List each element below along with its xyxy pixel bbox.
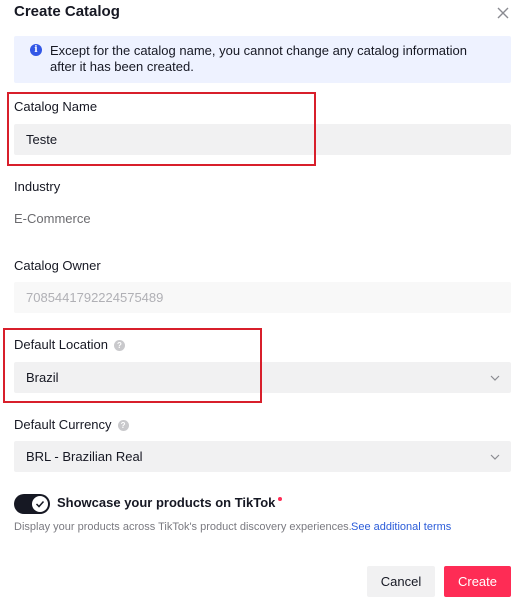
toggle-knob (32, 496, 48, 512)
default-location-select[interactable]: Brazil (14, 362, 511, 393)
create-button[interactable]: Create (444, 566, 511, 597)
default-currency-select[interactable]: BRL - Brazilian Real (14, 441, 511, 472)
catalog-owner-field: 7085441792224575489 (14, 282, 511, 313)
catalog-owner-label: Catalog Owner (14, 258, 101, 273)
dialog-title: Create Catalog (14, 3, 120, 20)
catalog-name-label: Catalog Name (14, 99, 98, 114)
chevron-down-icon (490, 454, 500, 460)
default-currency-label-text: Default Currency (14, 417, 112, 432)
showcase-toggle[interactable] (14, 494, 50, 514)
checkmark-icon (35, 500, 45, 508)
cancel-button[interactable]: Cancel (367, 566, 435, 597)
showcase-label: Showcase your products on TikTok (57, 495, 283, 510)
default-location-label-text: Default Location (14, 337, 108, 352)
industry-value: E-Commerce (14, 203, 511, 234)
help-icon[interactable]: ? (113, 340, 125, 352)
default-currency-value: BRL - Brazilian Real (26, 449, 143, 464)
catalog-name-input[interactable]: Teste (14, 124, 511, 155)
default-location-value: Brazil (26, 370, 59, 385)
required-indicator (278, 497, 283, 501)
additional-terms-link[interactable]: See additional terms (351, 521, 451, 533)
info-notice: i Except for the catalog name, you canno… (14, 36, 511, 83)
showcase-label-text: Showcase your products on TikTok (57, 495, 276, 510)
info-icon: i (30, 44, 42, 56)
close-icon[interactable] (496, 6, 510, 20)
industry-label: Industry (14, 179, 61, 194)
showcase-description: Display your products across TikTok's pr… (14, 521, 352, 533)
default-currency-label: Default Currency? (14, 417, 129, 432)
chevron-down-icon (490, 375, 500, 381)
notice-text: Except for the catalog name, you cannot … (50, 43, 467, 74)
help-icon[interactable]: ? (117, 420, 129, 432)
default-location-label: Default Location? (14, 337, 125, 352)
